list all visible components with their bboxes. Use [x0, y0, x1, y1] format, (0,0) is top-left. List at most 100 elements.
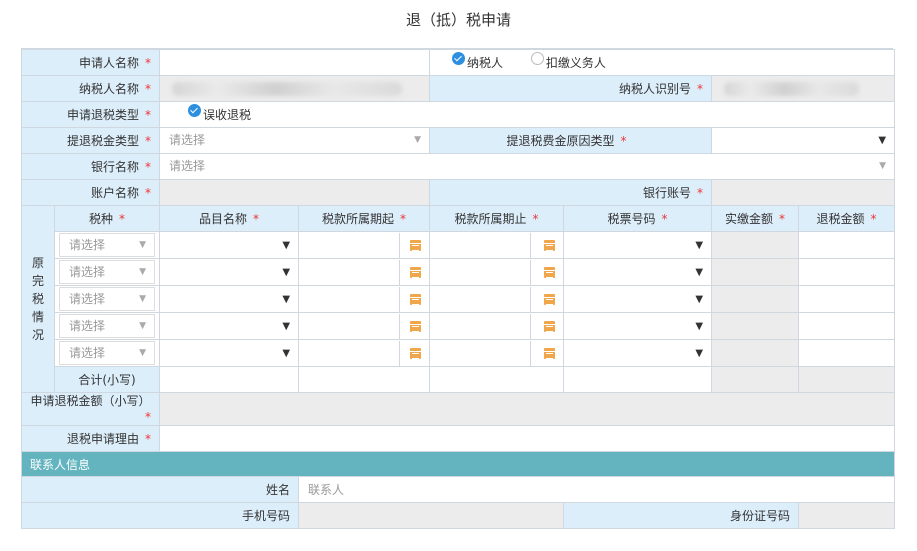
period-start-date[interactable]	[298, 231, 431, 259]
calendar-icon[interactable]	[544, 347, 556, 359]
period-end-date[interactable]	[429, 339, 565, 367]
refund-amount-type-select[interactable]: 请选择 ▼	[159, 127, 431, 154]
period-end-date[interactable]	[429, 285, 565, 313]
paid-amount-cell	[711, 258, 800, 286]
item-name-select[interactable]: ▼	[159, 312, 300, 340]
ticket-number-select[interactable]: ▼	[563, 231, 713, 259]
header-item-name: 品目名称 *	[159, 205, 300, 232]
calendar-icon[interactable]	[410, 266, 422, 278]
bank-account-label: 银行账号 *	[429, 179, 713, 206]
apply-refund-amount-value	[159, 392, 896, 426]
period-end-date[interactable]	[429, 258, 565, 286]
item-name-select[interactable]: ▼	[159, 258, 300, 286]
account-name-label: 账户名称 *	[20, 179, 161, 206]
refund-amount-input[interactable]	[798, 231, 896, 259]
calendar-icon[interactable]	[410, 293, 422, 305]
apply-refund-amount-label: 申请退税金额（小写） *	[20, 392, 161, 426]
calendar-icon[interactable]	[544, 266, 556, 278]
header-period-end: 税款所属期止 *	[429, 205, 565, 232]
calendar-icon[interactable]	[410, 347, 422, 359]
chevron-down-icon: ▼	[878, 135, 887, 146]
chevron-down-icon: ▼	[695, 320, 704, 332]
ticket-number-select[interactable]: ▼	[563, 285, 713, 313]
chevron-down-icon: ▼	[414, 135, 422, 145]
table-row: 请选择 ▼ ▼ ▼	[22, 285, 896, 313]
ticket-number-select[interactable]: ▼	[563, 339, 713, 367]
refund-type-label: 申请退税类型 *	[20, 101, 161, 128]
taxpayer-name-value	[159, 75, 431, 102]
id-number-value	[798, 502, 896, 529]
header-refund-amount: 退税金额 *	[798, 205, 896, 232]
radio-withholding-agent[interactable]: 扣缴义务人	[530, 51, 606, 71]
calendar-icon[interactable]	[544, 320, 556, 332]
tax-type-select[interactable]: 请选择 ▼	[53, 312, 161, 340]
contact-name-input[interactable]: 联系人	[298, 476, 896, 503]
ticket-number-select[interactable]: ▼	[563, 312, 713, 340]
applicant-name-input[interactable]	[159, 49, 431, 76]
refund-reason-label: 退税申请理由 *	[20, 425, 161, 452]
form-table: 申请人名称 * 纳税人 扣缴义务人 纳税人名称 * 纳税人识别号 * 申请退税类型 * …	[20, 49, 896, 529]
refund-amount-input[interactable]	[798, 312, 896, 340]
chevron-down-icon: ▼	[139, 267, 147, 277]
tax-type-select[interactable]: 请选择 ▼	[53, 339, 161, 367]
chevron-down-icon: ▼	[695, 266, 704, 278]
radio-taxpayer[interactable]: 纳税人	[452, 51, 503, 71]
paid-amount-cell	[711, 285, 800, 313]
taxpayer-id-label: 纳税人识别号 *	[429, 75, 713, 102]
calendar-icon[interactable]	[410, 239, 422, 251]
paid-amount-cell	[711, 231, 800, 259]
contact-name-label: 姓名	[20, 476, 300, 503]
ticket-number-select[interactable]: ▼	[563, 258, 713, 286]
item-name-select[interactable]: ▼	[159, 231, 300, 259]
header-ticket-number: 税票号码 *	[563, 205, 713, 232]
radio-checked-icon	[452, 51, 466, 65]
total-paid-amount	[711, 366, 800, 393]
period-start-date[interactable]	[298, 312, 431, 340]
redacted-value	[724, 81, 860, 96]
header-period-start: 税款所属期起 *	[298, 205, 431, 232]
period-start-date[interactable]	[298, 258, 431, 286]
period-end-date[interactable]	[429, 231, 565, 259]
item-name-select[interactable]: ▼	[159, 285, 300, 313]
header-tax-type: 税种 *	[53, 205, 161, 232]
refund-amount-input[interactable]	[798, 339, 896, 367]
chevron-down-icon: ▼	[695, 347, 704, 359]
paid-amount-cell	[711, 312, 800, 340]
tax-type-select[interactable]: 请选择 ▼	[53, 258, 161, 286]
id-number-label: 身份证号码	[563, 502, 800, 529]
taxpayer-id-value	[711, 75, 896, 102]
total-ticket-cell	[563, 366, 713, 393]
taxpayer-name-label: 纳税人名称 *	[20, 75, 161, 102]
item-name-select[interactable]: ▼	[159, 339, 300, 367]
calendar-icon[interactable]	[544, 293, 556, 305]
chevron-down-icon: ▼	[139, 294, 147, 304]
refund-amount-input[interactable]	[798, 285, 896, 313]
refund-amount-input[interactable]	[798, 258, 896, 286]
period-end-date[interactable]	[429, 312, 565, 340]
chevron-down-icon: ▼	[139, 348, 147, 358]
table-row: 请选择 ▼ ▼ ▼	[22, 231, 896, 259]
phone-label: 手机号码	[20, 502, 300, 529]
bank-name-select[interactable]: 请选择 ▼	[159, 153, 896, 180]
total-refund-amount	[798, 366, 896, 393]
chevron-down-icon: ▼	[695, 239, 704, 251]
refund-reason-type-select[interactable]: ▼	[711, 127, 896, 154]
calendar-icon[interactable]	[544, 239, 556, 251]
chevron-down-icon: ▼	[139, 240, 147, 250]
bank-name-label: 银行名称 *	[20, 153, 161, 180]
chevron-down-icon: ▼	[879, 161, 887, 171]
total-period-end-cell	[429, 366, 565, 393]
chevron-down-icon: ▼	[139, 321, 147, 331]
calendar-icon[interactable]	[410, 320, 422, 332]
checkbox-mistaken-refund[interactable]: 误收退税	[188, 103, 251, 123]
refund-reason-input[interactable]	[159, 425, 896, 452]
period-start-date[interactable]	[298, 285, 431, 313]
original-tax-side-label: 原完税情况	[21, 205, 55, 393]
paid-amount-cell	[711, 339, 800, 367]
applicant-type-radio-group: 纳税人 扣缴义务人	[429, 49, 896, 76]
total-period-start-cell	[298, 366, 431, 393]
tax-type-select[interactable]: 请选择 ▼	[53, 231, 161, 259]
applicant-name-label: 申请人名称 *	[20, 49, 161, 76]
period-start-date[interactable]	[298, 339, 431, 367]
tax-type-select[interactable]: 请选择 ▼	[53, 285, 161, 313]
